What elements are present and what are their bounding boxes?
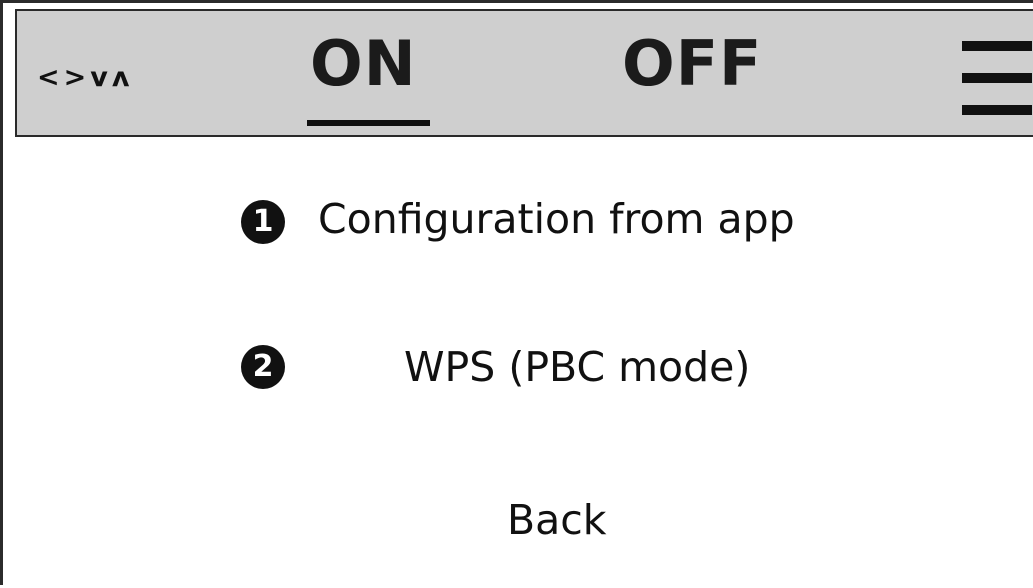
right-arrow-icon[interactable]: > xyxy=(64,64,87,91)
number-one-icon: 1 xyxy=(241,200,285,244)
back-button[interactable]: Back xyxy=(507,500,607,541)
menu-content: 1 Configuration from app 2 WPS (PBC mode… xyxy=(6,139,1033,588)
navigation-arrows: < > v ʌ xyxy=(37,57,129,97)
option-wps-pbc-mode[interactable]: WPS (PBC mode) xyxy=(404,347,750,388)
option-configuration-from-app[interactable]: Configuration from app xyxy=(318,199,795,240)
top-bar: < > v ʌ ON OFF xyxy=(15,9,1033,137)
hamburger-menu-icon[interactable] xyxy=(962,41,1032,117)
screen-frame: < > v ʌ ON OFF 1 Configuration from app … xyxy=(0,0,1033,585)
menu-bar-bottom xyxy=(962,105,1032,115)
menu-bar-top xyxy=(962,41,1032,51)
number-two-icon: 2 xyxy=(241,345,285,389)
down-arrow-icon[interactable]: v xyxy=(90,64,108,91)
tab-on-selected-indicator xyxy=(307,120,430,126)
tab-on[interactable]: ON xyxy=(310,33,417,95)
tab-off[interactable]: OFF xyxy=(622,33,762,95)
up-arrow-icon[interactable]: ʌ xyxy=(112,64,130,91)
left-arrow-icon[interactable]: < xyxy=(37,64,60,91)
menu-bar-middle xyxy=(962,73,1032,83)
